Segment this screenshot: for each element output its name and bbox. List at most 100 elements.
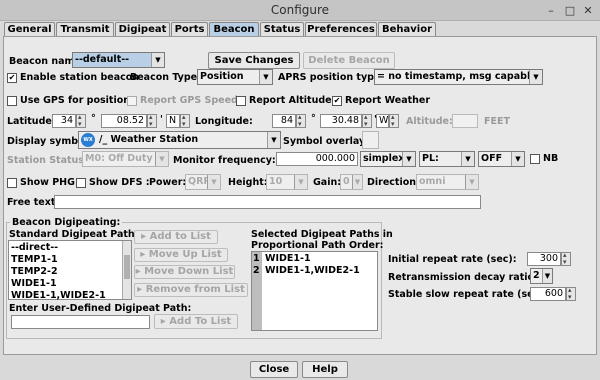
monitor-frequency-field[interactable]: 000.000	[276, 152, 358, 166]
move-up-list-button[interactable]: ▸ Move Up List	[134, 248, 228, 262]
chevron-down-icon: ▼	[352, 175, 362, 189]
station-status-label: Station Status:	[7, 155, 88, 166]
list-item[interactable]: TEMP2-2	[11, 266, 58, 278]
duplex-combo[interactable]: simplex ▼	[360, 151, 416, 167]
chevron-down-icon: ▼	[151, 53, 164, 67]
beacon-name-combo[interactable]: --default-- ▼	[72, 52, 165, 68]
latitude-hemisphere-field[interactable]: N	[166, 114, 180, 128]
tab-ports[interactable]: Ports	[171, 22, 208, 36]
tab-digipeat[interactable]: Digipeat	[115, 22, 170, 36]
tab-transmit[interactable]: Transmit	[56, 22, 114, 36]
list-item[interactable]: WIDE1-1,WIDE2-1	[265, 265, 360, 277]
initial-repeat-rate-field[interactable]: 300	[527, 252, 561, 266]
list-item[interactable]: WIDE1-1	[11, 278, 57, 290]
monitor-frequency-label: Monitor frequency:	[173, 155, 276, 166]
chevron-down-icon: ▼	[542, 269, 552, 283]
gain-combo[interactable]: 0 ▼	[340, 174, 363, 190]
display-symbol-combo[interactable]: WX /_ Weather Station ▼	[78, 131, 281, 149]
chevron-down-icon: ▼	[529, 70, 542, 84]
report-weather-checkbox[interactable]: ✔	[332, 96, 342, 106]
show-dfs-checkbox[interactable]	[76, 178, 86, 188]
nb-checkbox[interactable]	[530, 154, 540, 164]
help-button[interactable]: Help	[302, 361, 348, 378]
slow-repeat-rate-spinner[interactable]	[566, 286, 576, 301]
latitude-hemisphere-spinner[interactable]	[180, 113, 190, 128]
nb-label: NB	[543, 153, 559, 164]
list-item[interactable]: TEMP1-1	[11, 254, 58, 266]
beacon-type-value: Position	[200, 71, 244, 82]
tab-general[interactable]: General	[4, 22, 55, 36]
list-item[interactable]: --direct--	[11, 242, 58, 254]
chevron-down-icon: ▼	[461, 152, 474, 166]
power-combo[interactable]: QRP ▼	[185, 174, 221, 190]
station-status-combo[interactable]: M0: Off Duty ▼	[82, 151, 169, 167]
report-altitude-checkbox[interactable]	[236, 96, 246, 106]
maximize-icon[interactable]: □	[562, 3, 578, 18]
slow-repeat-rate-field[interactable]: 600	[530, 287, 566, 301]
enable-beacon-checkbox[interactable]: ✔	[7, 73, 17, 83]
aprs-position-type-combo[interactable]: = no timestamp, msg capable ▼	[374, 69, 543, 85]
longitude-hemisphere-spinner[interactable]	[389, 113, 399, 128]
play-icon: ▸	[140, 249, 149, 260]
vertical-scrollbar[interactable]	[122, 241, 131, 299]
pl-tone-combo[interactable]: PL: ▼	[419, 151, 475, 167]
decay-ratio-combo[interactable]: 2 ▼	[530, 268, 553, 284]
beacon-type-combo[interactable]: Position ▼	[197, 69, 273, 85]
longitude-degrees-spinner[interactable]	[296, 113, 306, 128]
height-label: Height:	[228, 177, 268, 188]
chevron-down-icon: ▼	[294, 175, 307, 189]
show-phg-checkbox[interactable]	[7, 178, 17, 188]
play-icon: ▸	[141, 231, 150, 242]
close-window-icon[interactable]: ✕	[580, 3, 596, 18]
longitude-hemisphere-field[interactable]: W	[376, 114, 389, 128]
latitude-minutes-spinner[interactable]	[147, 113, 157, 128]
altitude-unit-label: FEET	[484, 116, 510, 127]
station-status-value: M0: Off Duty	[85, 153, 153, 164]
tab-preferences[interactable]: Preferences	[305, 22, 377, 36]
altitude-field[interactable]	[452, 114, 478, 128]
report-gps-speed-label: Report GPS Speed	[140, 95, 238, 106]
user-add-to-list-button[interactable]: ▸ Add To List	[154, 314, 238, 329]
selected-paths-list[interactable]: 1 WIDE1-1 2 WIDE1-1,WIDE2-1	[251, 251, 378, 331]
move-down-list-button[interactable]: ▸ Move Down List	[134, 265, 235, 279]
delete-beacon-button[interactable]: Delete Beacon	[303, 52, 395, 69]
symbol-overlay-combo[interactable]	[362, 131, 379, 149]
chevron-down-icon: ▼	[465, 175, 478, 189]
offset-combo[interactable]: OFF ▼	[478, 151, 525, 167]
initial-repeat-rate-spinner[interactable]	[561, 251, 571, 266]
close-button[interactable]: Close	[250, 361, 298, 378]
minute-symbol: '	[160, 114, 163, 125]
chevron-down-icon: ▼	[207, 175, 220, 189]
scrollbar-thumb[interactable]	[124, 255, 130, 279]
play-icon: ▸	[137, 284, 146, 295]
use-gps-label: Use GPS for position	[20, 95, 131, 106]
height-combo[interactable]: 10 ▼	[266, 174, 308, 190]
tab-status[interactable]: Status	[260, 22, 304, 36]
standard-paths-list[interactable]: --direct-- TEMP1-1 TEMP2-2 WIDE1-1 WIDE1…	[8, 240, 132, 302]
add-to-list-button[interactable]: ▸ Add to List	[134, 230, 218, 244]
list-item[interactable]: WIDE1-1	[265, 253, 311, 265]
longitude-minutes-spinner[interactable]	[362, 113, 372, 128]
latitude-minutes-field[interactable]: 08.52	[101, 114, 147, 128]
list-item[interactable]: WIDE1-1,WIDE2-1	[11, 290, 106, 302]
show-phg-label: Show PHG	[20, 177, 75, 188]
chevron-down-icon: ▼	[155, 152, 168, 166]
report-gps-speed-checkbox[interactable]	[127, 96, 137, 106]
degree-symbol: °	[91, 113, 96, 124]
remove-from-list-button[interactable]: ▸ Remove from List	[134, 283, 248, 297]
slow-repeat-rate-label: Stable slow repeat rate (sec):	[388, 289, 548, 300]
save-changes-button[interactable]: Save Changes	[208, 52, 300, 69]
longitude-degrees-field[interactable]: 84	[272, 114, 296, 128]
aprs-position-type-value: = no timestamp, msg capable	[377, 71, 537, 82]
latitude-degrees-field[interactable]: 34	[52, 114, 76, 128]
user-path-field[interactable]	[11, 315, 150, 329]
direction-combo[interactable]: omni ▼	[416, 174, 479, 190]
use-gps-checkbox[interactable]	[7, 96, 17, 106]
latitude-degrees-spinner[interactable]	[76, 113, 86, 128]
height-value: 10	[269, 176, 283, 187]
longitude-minutes-field[interactable]: 30.48	[320, 114, 362, 128]
minimize-icon[interactable]: –	[543, 3, 559, 18]
tab-behavior[interactable]: Behavior	[378, 22, 436, 36]
free-text-field[interactable]	[54, 195, 481, 209]
tab-beacon[interactable]: Beacon	[209, 22, 259, 36]
